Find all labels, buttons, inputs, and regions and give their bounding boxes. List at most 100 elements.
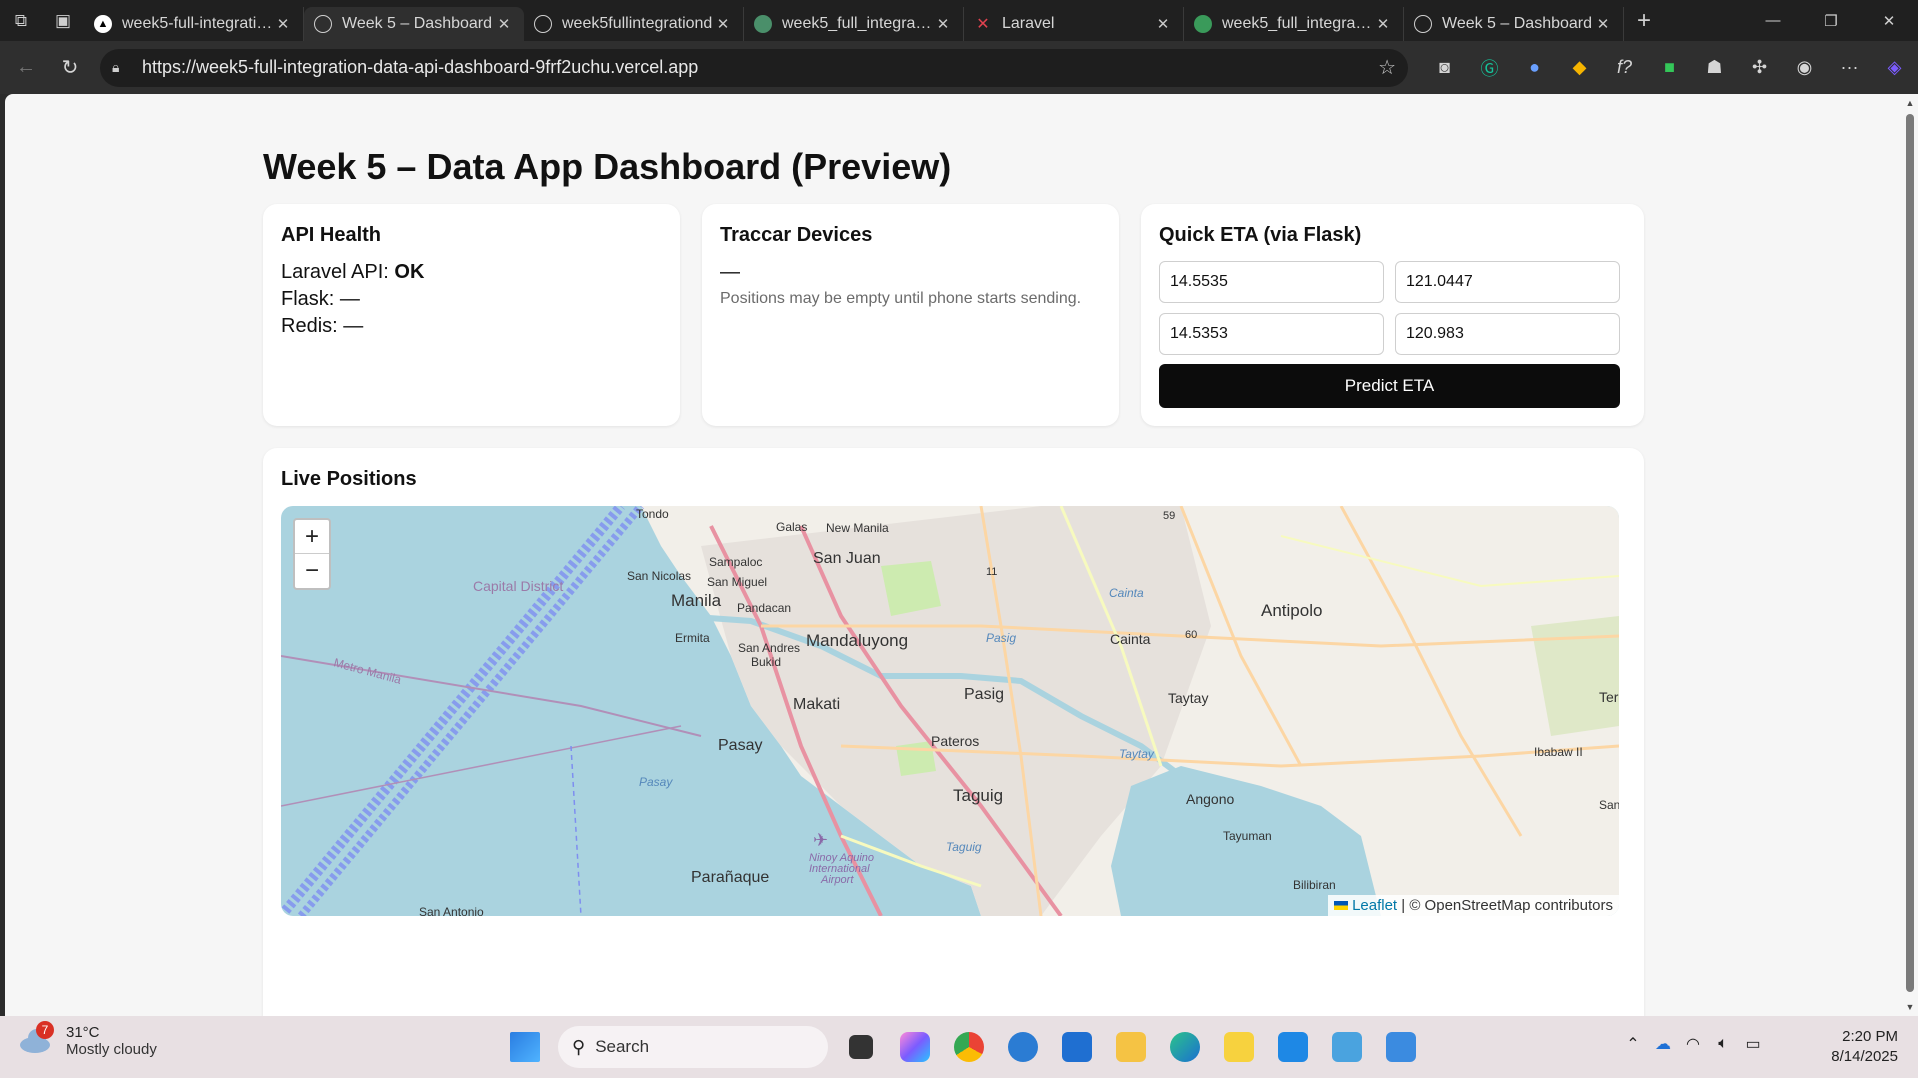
scroll-down-icon[interactable]: ▼	[1905, 1002, 1915, 1012]
tab-dashboard-2[interactable]: Week 5 – Dashboard ✕	[1404, 7, 1624, 41]
skype-icon[interactable]	[1000, 1024, 1046, 1070]
map-label: Pasig	[964, 686, 1004, 703]
weather-widget[interactable]: 7 31°C Mostly cloudy	[20, 1021, 157, 1058]
more-menu-icon[interactable]: ···	[1827, 48, 1872, 88]
origin-lat-input[interactable]	[1159, 261, 1384, 303]
map-label: San Antonio	[419, 905, 484, 916]
devices-value: —	[720, 261, 740, 283]
map-label: Ter	[1599, 689, 1619, 705]
camera-icon[interactable]: ◙	[1422, 48, 1467, 88]
redis-status-line: Redis: —	[281, 315, 662, 338]
restore-icon[interactable]: ❐	[1802, 0, 1860, 41]
zoom-in-button[interactable]: +	[295, 520, 329, 554]
chevron-up-icon[interactable]: ⌃	[1618, 1034, 1648, 1054]
browser-toolbar: ← ↻ 🔒︎ https://week5-full-integration-da…	[0, 41, 1918, 94]
volume-icon[interactable]: 🔈︎	[1708, 1035, 1738, 1053]
tab-integration[interactable]: week5fullintegrationd ✕	[524, 7, 744, 41]
map-label: 60	[1185, 629, 1197, 641]
leaflet-link[interactable]: Leaflet	[1352, 897, 1397, 914]
url-text[interactable]: https://week5-full-integration-data-api-…	[142, 57, 1378, 78]
close-tab-icon[interactable]: ✕	[933, 15, 953, 33]
tab-title: week5-full-integration	[122, 15, 273, 32]
copilot-app-icon[interactable]	[892, 1024, 938, 1070]
taskbar-search[interactable]: ⚲ Search	[558, 1026, 828, 1068]
globe-icon	[534, 15, 552, 33]
time: 2:20 PM	[1842, 1028, 1898, 1045]
tab-laravel[interactable]: ✕ Laravel ✕	[964, 7, 1184, 41]
origin-lng-input[interactable]	[1395, 261, 1620, 303]
map-attribution: Leaflet | © OpenStreetMap contributors	[1328, 895, 1619, 916]
close-window-icon[interactable]: ✕	[1860, 0, 1918, 41]
chrome-icon[interactable]	[946, 1024, 992, 1070]
tab-vercel[interactable]: ▲ week5-full-integration ✕	[84, 7, 304, 41]
tab-title: week5_full_integration	[782, 15, 933, 32]
edge-icon[interactable]	[1162, 1024, 1208, 1070]
map-label: Galas	[776, 520, 807, 534]
windows-taskbar: 7 31°C Mostly cloudy ⚲ Search ⌃ ☁ ◠ 🔈︎ ▭…	[0, 1016, 1918, 1078]
profile-avatar[interactable]: ◉	[1782, 48, 1827, 88]
refresh-icon[interactable]: ↻	[48, 46, 92, 90]
address-bar[interactable]: 🔒︎ https://week5-full-integration-data-a…	[100, 48, 1408, 87]
snipping-tool-icon[interactable]	[1378, 1024, 1424, 1070]
tab-dashboard-active[interactable]: Week 5 – Dashboard ✕	[304, 7, 524, 41]
vertical-tabs-icon[interactable]: ▣	[42, 0, 84, 41]
map-label: Ibabaw II	[1534, 745, 1583, 759]
card-heading: Quick ETA (via Flask)	[1159, 224, 1362, 246]
start-icon[interactable]	[502, 1024, 548, 1070]
store-icon[interactable]	[1054, 1024, 1100, 1070]
close-tab-icon[interactable]: ✕	[273, 15, 293, 33]
new-tab-button[interactable]: +	[1624, 7, 1664, 35]
tab-railway[interactable]: week5_full_integration ✕	[1184, 7, 1404, 41]
sticky-notes-icon[interactable]	[1216, 1024, 1262, 1070]
minimize-icon[interactable]: —	[1744, 0, 1802, 41]
leaflet-map[interactable]: Tondo Galas New Manila San Juan Sampaloc…	[281, 506, 1619, 916]
map-label: Taguig	[946, 840, 982, 854]
clock[interactable]: 2:20 PM 8/14/2025	[1831, 1027, 1898, 1067]
dest-lat-input[interactable]	[1159, 313, 1384, 355]
search-icon: ⚲	[572, 1036, 586, 1057]
tab-title: week5_full_integration	[1222, 15, 1373, 32]
map-label: Ermita	[675, 631, 710, 645]
scroll-up-icon[interactable]: ▲	[1905, 98, 1915, 108]
map-label: Sampaloc	[709, 555, 762, 569]
copilot-icon[interactable]: ◈	[1872, 48, 1917, 88]
cursor-extension-icon[interactable]: ●	[1512, 48, 1557, 88]
wifi-icon[interactable]: ◠	[1678, 1034, 1708, 1054]
color-extension-icon[interactable]: ◆	[1557, 48, 1602, 88]
traccar-devices-card: Traccar Devices — Positions may be empty…	[702, 204, 1119, 426]
map-label: Pandacan	[737, 601, 791, 615]
predict-eta-button[interactable]: Predict ETA	[1159, 364, 1620, 408]
window-controls: — ❐ ✕	[1744, 0, 1918, 41]
close-tab-icon[interactable]: ✕	[1593, 15, 1613, 33]
file-explorer-icon[interactable]	[1108, 1024, 1154, 1070]
page-viewport: Week 5 – Data App Dashboard (Preview) AP…	[5, 94, 1902, 1016]
close-tab-icon[interactable]: ✕	[494, 15, 514, 33]
zoom-out-button[interactable]: −	[295, 554, 329, 588]
close-tab-icon[interactable]: ✕	[1153, 15, 1173, 33]
date: 8/14/2025	[1831, 1048, 1898, 1065]
notepad-icon[interactable]	[1324, 1024, 1370, 1070]
map-label: Tayuman	[1223, 829, 1272, 843]
scroll-thumb[interactable]	[1906, 114, 1914, 992]
robot-extension-icon[interactable]: ■	[1647, 48, 1692, 88]
favorite-star-icon[interactable]: ☆	[1378, 55, 1396, 80]
extensions-puzzle-icon[interactable]: ✣	[1737, 48, 1782, 88]
task-view-icon[interactable]	[838, 1024, 884, 1070]
temperature: 31°C	[66, 1024, 100, 1041]
tab-render[interactable]: week5_full_integration ✕	[744, 7, 964, 41]
vscode-icon[interactable]	[1270, 1024, 1316, 1070]
close-tab-icon[interactable]: ✕	[713, 15, 733, 33]
formula-icon[interactable]: f?	[1602, 48, 1647, 88]
dest-lng-input[interactable]	[1395, 313, 1620, 355]
close-tab-icon[interactable]: ✕	[1373, 15, 1393, 33]
lock-icon[interactable]: 🔒︎	[112, 59, 130, 76]
workspaces-icon[interactable]: ⧉	[0, 0, 42, 41]
map-label: Parañaque	[691, 869, 769, 886]
grammarly-icon[interactable]: Ⓖ	[1467, 48, 1512, 88]
back-icon[interactable]: ←	[4, 46, 48, 90]
map-label: Pasay	[639, 775, 673, 789]
bug-extension-icon[interactable]: ☗	[1692, 48, 1737, 88]
onedrive-icon[interactable]: ☁	[1648, 1034, 1678, 1054]
battery-icon[interactable]: ▭	[1738, 1034, 1768, 1054]
page-scrollbar[interactable]: ▲ ▼	[1902, 94, 1918, 1016]
